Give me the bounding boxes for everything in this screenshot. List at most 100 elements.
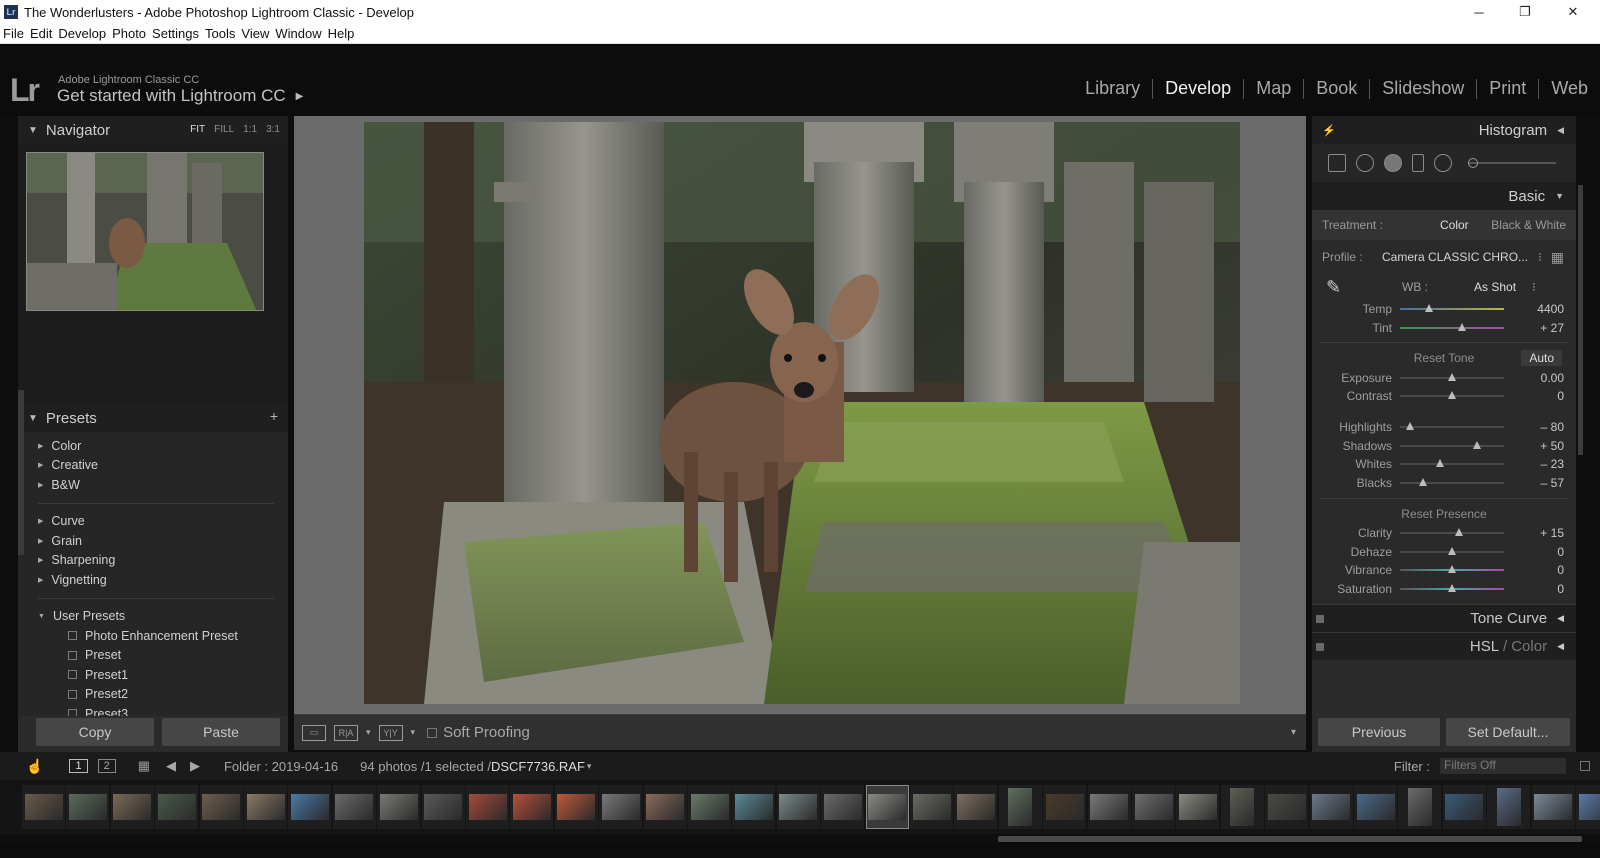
filmstrip-thumbnail[interactable] <box>199 785 243 829</box>
folder-label[interactable]: Folder : 2019-04-16 <box>224 759 338 774</box>
saturation-value[interactable]: 0 <box>1557 582 1564 596</box>
red-eye-icon[interactable] <box>1384 154 1402 172</box>
slider-thumb[interactable] <box>1472 440 1481 449</box>
clarity-slider[interactable] <box>1400 527 1504 536</box>
highlights-slider[interactable] <box>1400 422 1504 431</box>
filmstrip-thumbnail[interactable] <box>554 785 598 829</box>
module-book[interactable]: Book <box>1304 78 1369 99</box>
treatment-color-option[interactable]: Color <box>1440 218 1469 232</box>
filmstrip-thumbnail[interactable] <box>1309 785 1353 829</box>
module-print[interactable]: Print <box>1477 78 1538 99</box>
presets-header[interactable]: ▼ Presets + <box>18 404 288 432</box>
brush-slider[interactable] <box>1468 158 1556 168</box>
module-develop[interactable]: Develop <box>1153 78 1243 99</box>
vibrance-slider[interactable] <box>1400 565 1504 574</box>
preset-group-vignetting[interactable]: ▶ Vignetting <box>18 570 288 590</box>
grid-view-icon[interactable]: ▦ <box>138 758 150 774</box>
preset-group-user[interactable]: ▼ User Presets <box>18 607 288 627</box>
slider-thumb[interactable] <box>1448 546 1456 555</box>
chevron-updown-icon[interactable]: ⁝ <box>1532 280 1536 294</box>
filmstrip-thumbnail[interactable] <box>244 785 287 829</box>
navigator-header[interactable]: ▼ Navigator FIT FILL 1:1 3:1 <box>18 116 288 144</box>
spot-removal-icon[interactable] <box>1356 154 1374 172</box>
menu-help[interactable]: Help <box>328 26 355 41</box>
auto-tone-button[interactable]: Auto <box>1521 350 1562 367</box>
radial-filter-icon[interactable] <box>1434 154 1452 172</box>
get-started-link[interactable]: Get started with Lightroom CC ▶ <box>57 86 303 106</box>
filmstrip-thumbnail[interactable] <box>732 785 776 829</box>
menu-develop[interactable]: Develop <box>58 26 106 41</box>
zoom-option[interactable]: 1:1 <box>243 124 257 135</box>
module-map[interactable]: Map <box>1244 78 1303 99</box>
histogram-header[interactable]: ⚡ Histogram ◀ <box>1312 116 1576 144</box>
vibrance-value[interactable]: 0 <box>1557 563 1564 577</box>
chevron-down-icon[interactable]: ▾ <box>411 727 416 738</box>
contrast-value[interactable]: 0 <box>1557 389 1564 403</box>
copy-button[interactable]: Copy <box>36 718 154 746</box>
before-after-toggle-icon[interactable]: Y|Y <box>378 724 403 741</box>
crop-tool-icon[interactable] <box>1328 154 1346 172</box>
navigator-preview[interactable] <box>26 152 264 311</box>
whites-slider[interactable] <box>1400 459 1504 468</box>
slider-thumb[interactable] <box>1406 422 1415 431</box>
user-preset-item[interactable]: Photo Enhancement Preset <box>18 626 288 646</box>
toolbar-menu-icon[interactable]: ▾ <box>1291 727 1296 738</box>
right-panel-scrollbar[interactable] <box>1578 185 1583 455</box>
menu-edit[interactable]: Edit <box>30 26 52 41</box>
slider-thumb[interactable] <box>1458 323 1467 332</box>
second-window-button[interactable]: 2 <box>97 759 116 773</box>
preset-group-bw[interactable]: ▶ B&W <box>18 475 288 495</box>
filmstrip-thumbnail[interactable] <box>1398 785 1442 829</box>
shadows-slider[interactable] <box>1400 440 1504 449</box>
whites-value[interactable]: – 23 <box>1541 457 1564 471</box>
saturation-slider[interactable] <box>1400 583 1504 592</box>
filmstrip-thumbnail[interactable] <box>1220 785 1264 829</box>
profile-browser-icon[interactable]: ▦ <box>1551 249 1564 266</box>
module-slideshow[interactable]: Slideshow <box>1370 78 1476 99</box>
slider-thumb[interactable] <box>1448 372 1456 381</box>
exposure-slider[interactable] <box>1400 372 1504 381</box>
highlights-value[interactable]: – 80 <box>1541 420 1564 434</box>
filmstrip-thumbnail[interactable] <box>821 785 865 829</box>
filmstrip-thumbnail[interactable] <box>1576 785 1600 829</box>
filmstrip-thumbnail[interactable] <box>910 785 953 829</box>
filmstrip-thumbnail[interactable] <box>1265 785 1309 829</box>
preset-group-curve[interactable]: ▶ Curve <box>18 512 288 532</box>
module-library[interactable]: Library <box>1073 78 1152 99</box>
filmstrip-thumbnail[interactable] <box>1442 785 1486 829</box>
hand-icon[interactable]: ☝ <box>26 758 43 775</box>
paste-button[interactable]: Paste <box>162 718 280 746</box>
preset-group-creative[interactable]: ▶ Creative <box>18 456 288 476</box>
reset-presence-button[interactable]: Reset Presence <box>1401 507 1486 521</box>
wb-dropdown[interactable]: As Shot <box>1474 280 1516 294</box>
preset-group-color[interactable]: ▶ Color <box>18 436 288 456</box>
slider-thumb[interactable] <box>1448 391 1456 400</box>
tone-curve-header[interactable]: Tone Curve ◀ <box>1312 604 1576 633</box>
temp-slider[interactable] <box>1400 304 1504 313</box>
filter-dropdown[interactable]: Filters Off <box>1440 758 1566 774</box>
reset-tone-button[interactable]: Reset Tone <box>1414 351 1475 365</box>
add-preset-icon[interactable]: + <box>270 408 278 424</box>
user-preset-item[interactable]: Preset1 <box>18 665 288 685</box>
slider-thumb[interactable] <box>1448 583 1456 592</box>
filmstrip-thumbnail[interactable] <box>1487 785 1531 829</box>
contrast-slider[interactable] <box>1400 391 1504 400</box>
chevron-updown-icon[interactable]: ⁝ <box>1538 250 1542 264</box>
slider-thumb[interactable] <box>1435 459 1444 468</box>
filmstrip-thumbnail[interactable] <box>1043 785 1087 829</box>
slider-thumb[interactable] <box>1418 478 1427 487</box>
slider-thumb[interactable] <box>1425 304 1434 313</box>
hsl-header[interactable]: HSL / Color ◀ <box>1312 632 1576 661</box>
main-photo[interactable] <box>364 122 1240 704</box>
filmstrip-thumbnail[interactable] <box>998 785 1042 829</box>
chevron-down-icon[interactable]: ▾ <box>366 727 371 738</box>
filmstrip-thumbnail[interactable] <box>421 785 465 829</box>
preset-group-sharpening[interactable]: ▶ Sharpening <box>18 551 288 571</box>
slider-thumb[interactable] <box>1448 565 1456 574</box>
menu-file[interactable]: File <box>3 26 24 41</box>
left-panel-scrollbar[interactable] <box>18 390 24 555</box>
zoom-option[interactable]: 3:1 <box>266 124 280 135</box>
filter-lock-icon[interactable] <box>1580 761 1590 771</box>
previous-button[interactable]: Previous <box>1318 718 1440 746</box>
filmstrip-thumbnail[interactable] <box>1132 785 1175 829</box>
